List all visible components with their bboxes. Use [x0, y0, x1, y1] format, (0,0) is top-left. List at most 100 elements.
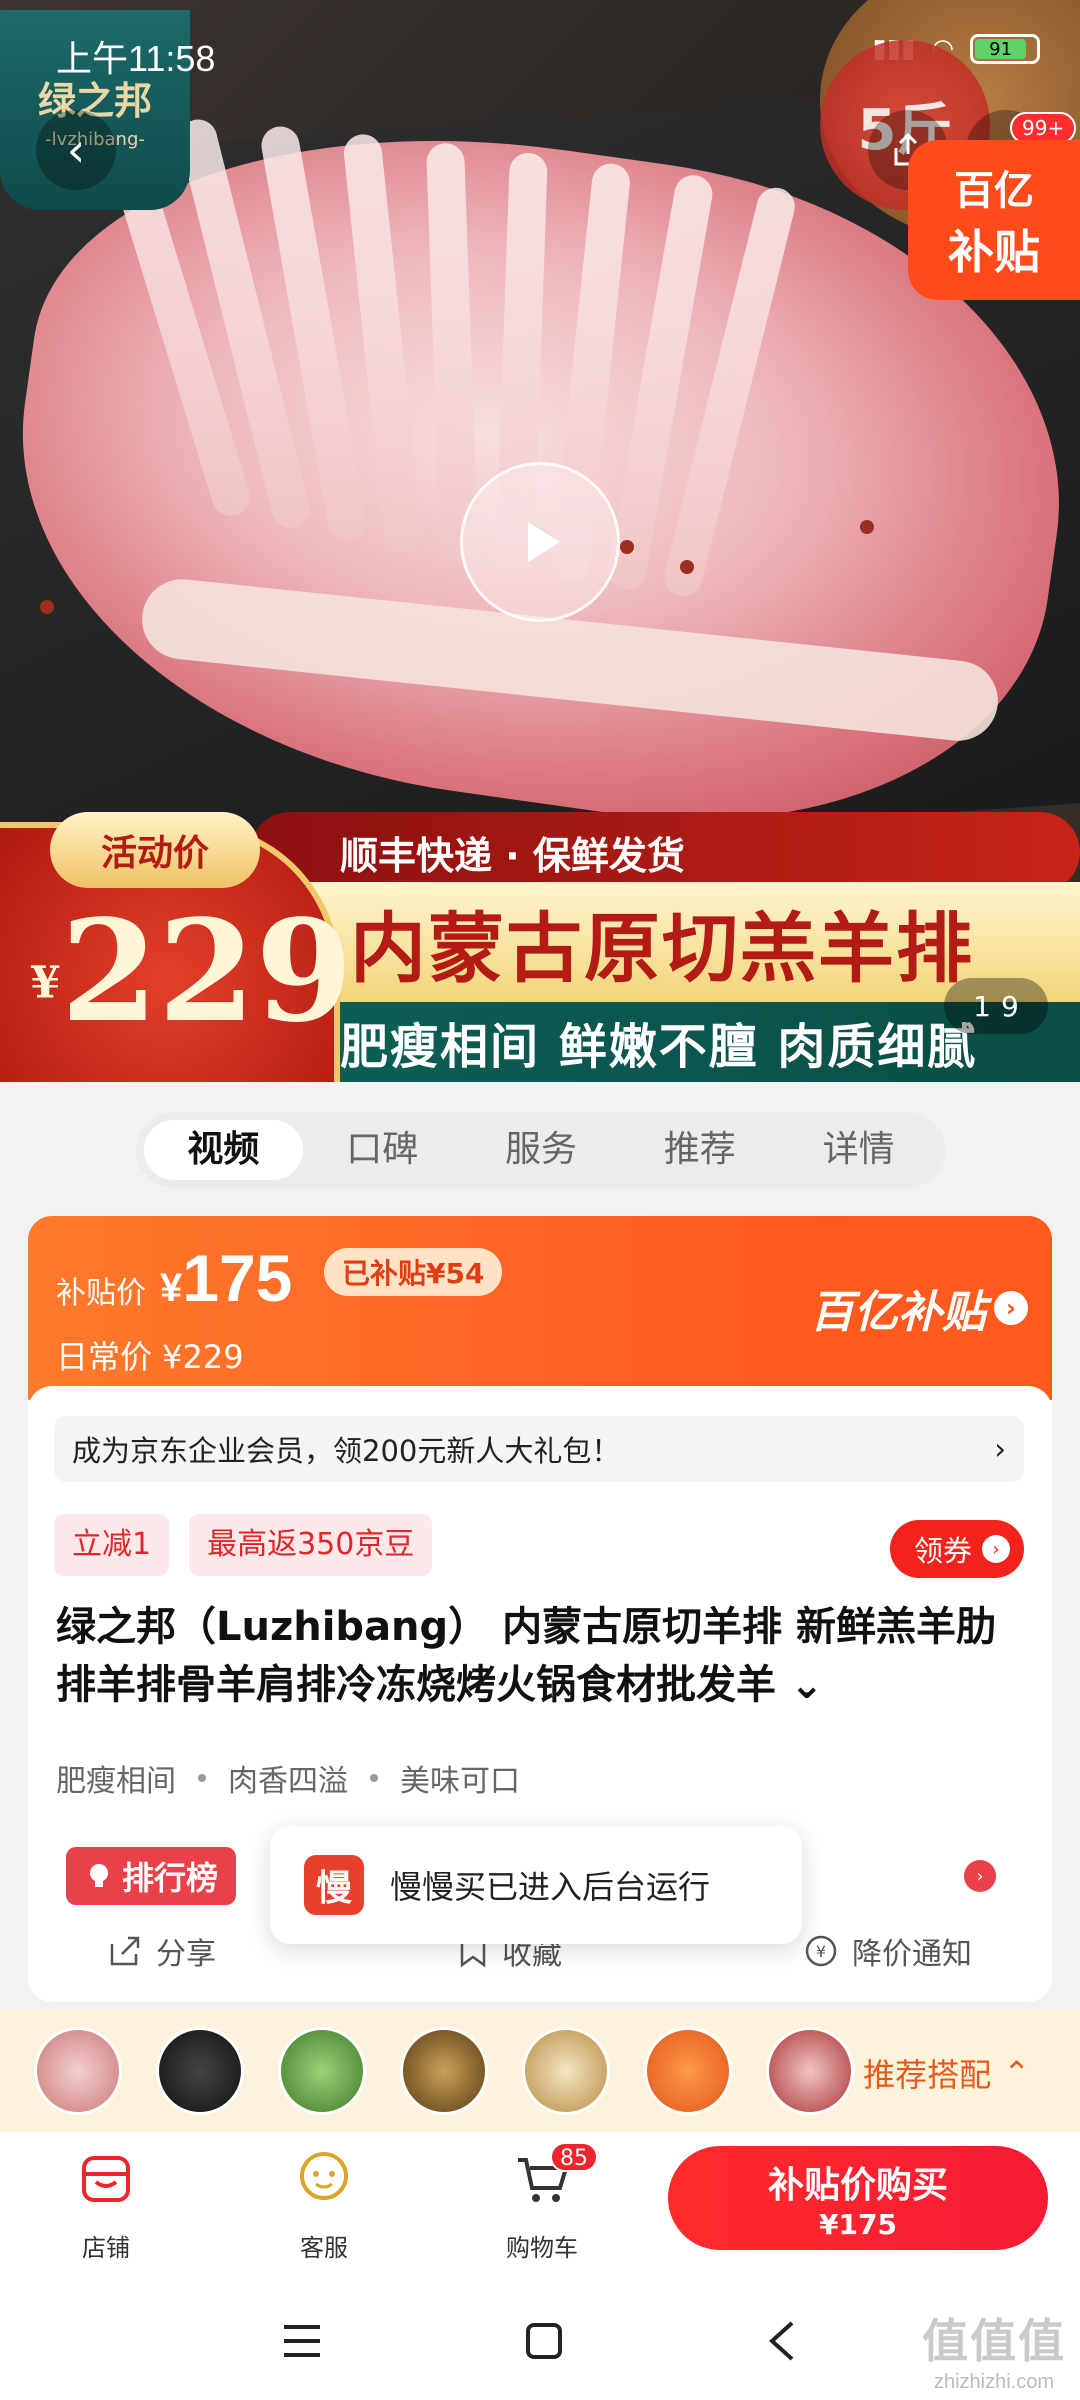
subsidy-price: ¥175: [160, 1240, 292, 1316]
home-icon[interactable]: [524, 2321, 564, 2361]
spice-dot: [680, 560, 694, 574]
feature-item: 美味可口: [400, 1764, 520, 1799]
recommend-thumb[interactable]: [278, 2027, 366, 2115]
play-icon: [528, 522, 560, 562]
recommend-toggle[interactable]: 推荐搭配 ⌃: [863, 2050, 1030, 2096]
ranking-badge: 排行榜: [66, 1847, 237, 1905]
customer-service-icon: [300, 2152, 348, 2200]
yi-badge-line1: 百亿: [954, 168, 1034, 214]
chevron-right-icon: ›: [994, 1432, 1006, 1466]
saved-amount-tag: 已补贴¥54: [324, 1248, 503, 1296]
cart-button[interactable]: 85 购物车: [472, 2142, 612, 2263]
promo-price-label: 活动价: [50, 812, 260, 888]
service-label: 客服: [300, 2234, 348, 2262]
recommend-strip[interactable]: 推荐搭配 ⌃: [0, 2010, 1080, 2132]
tab-recommend[interactable]: 推荐: [620, 1120, 779, 1180]
buy-label: 补贴价购买: [767, 2165, 948, 2206]
watermark-url: zhizhizhi.com: [933, 2371, 1055, 2393]
feature-list: 肥瘦相间 肉香四溢 美味可口: [56, 1756, 520, 1800]
yi-badge-line2: 补贴: [948, 225, 1040, 279]
bullet-dot: [370, 1774, 378, 1782]
chevron-right-icon: ›: [994, 1291, 1028, 1325]
subsidy-currency: ¥: [160, 1266, 183, 1310]
bottom-action-bar: 店铺 客服 85 购物车 补贴价购买 ¥175: [0, 2132, 1080, 2282]
recommend-thumb[interactable]: [400, 2027, 488, 2115]
menu-icon[interactable]: [280, 2321, 324, 2361]
customer-service-button[interactable]: 客服: [254, 2148, 394, 2263]
feature-item: 肉香四溢: [228, 1764, 348, 1799]
promo-price: ¥229: [30, 902, 353, 1042]
background-toast: 慢 慢慢买已进入后台运行: [270, 1826, 802, 1944]
back-button[interactable]: ‹: [36, 110, 116, 190]
price-alert-icon: ¥: [805, 1935, 837, 1967]
chevron-down-icon: ⌄: [789, 1662, 824, 1708]
manmanmai-app-icon: 慢: [304, 1855, 364, 1915]
subsidy-label: 补贴价: [56, 1276, 146, 1311]
daily-price: 日常价 ¥229: [56, 1338, 244, 1376]
billion-subsidy-link[interactable]: 百亿补贴 ›: [810, 1276, 1028, 1340]
cart-count-badge: 85: [550, 2142, 598, 2172]
get-coupon-button[interactable]: 领券 ›: [889, 1520, 1024, 1578]
watermark: 值值值 zhizhizhi.com: [922, 2305, 1066, 2394]
share-action[interactable]: 分享: [108, 1929, 216, 1973]
chevron-up-icon: ⌃: [1003, 2054, 1030, 2092]
page-current: 1: [973, 989, 991, 1023]
tab-details[interactable]: 详情: [779, 1120, 938, 1180]
recommend-thumb[interactable]: [34, 2027, 122, 2115]
image-page-indicator: 1 9: [944, 978, 1048, 1034]
tab-reviews[interactable]: 口碑: [303, 1120, 462, 1180]
subsidy-price-header[interactable]: 补贴价 ¥175 已补贴¥54 日常价 ¥229 百亿补贴 ›: [28, 1216, 1052, 1400]
toast-text: 慢慢买已进入后台运行: [390, 1868, 711, 1906]
buy-price: ¥175: [819, 2208, 897, 2241]
promo-banner: 顺丰快递 · 保鲜发货 内蒙古原切羔羊排 肥瘦相间 鲜嫩不膻 肉质细腻 活动价 …: [0, 812, 1080, 1082]
price-alert-label: 降价通知: [852, 1937, 972, 1972]
enterprise-member-bar[interactable]: 成为京东企业会员，领200元新人大礼包！ ›: [54, 1416, 1024, 1482]
recommend-label: 推荐搭配: [863, 2056, 992, 2094]
subsidy-price-value: 175: [182, 1241, 293, 1315]
ranking-label: 排行榜: [122, 1859, 219, 1897]
shop-button[interactable]: 店铺: [36, 2148, 176, 2263]
promo-tags: 立减1 最高返350京豆: [54, 1514, 433, 1576]
tab-video[interactable]: 视频: [144, 1120, 303, 1180]
spice-dot: [620, 540, 634, 554]
share-icon: [110, 1936, 140, 1966]
spice-dot: [40, 600, 54, 614]
jingdou-tag: 最高返350京豆: [189, 1514, 433, 1576]
recommend-thumb[interactable]: [644, 2027, 732, 2115]
chevron-right-icon: ›: [982, 1535, 1010, 1563]
billion-subsidy-badge: 百亿 补贴: [908, 140, 1080, 300]
member-bar-text: 成为京东企业会员，领200元新人大礼包！: [72, 1434, 621, 1468]
chevron-left-icon: ‹: [66, 123, 86, 177]
watermark-logo: 值值值: [922, 2315, 1066, 2367]
shop-label: 店铺: [82, 2234, 130, 2262]
status-time: 上午11:58: [56, 38, 216, 79]
yi-logo-text: 百亿补贴: [810, 1287, 986, 1338]
product-hero-image[interactable]: 绿之邦 -lvzhibang- 上午11:58 ▮▮▮ ◠ 91 5斤 ‹ ••…: [0, 0, 1080, 1082]
page-total: 9: [1001, 989, 1019, 1023]
svg-text:¥: ¥: [816, 1942, 826, 1961]
price-alert-action[interactable]: ¥ 降价通知: [804, 1929, 972, 1973]
feature-item: 肥瘦相间: [56, 1764, 176, 1799]
shop-icon: [82, 2156, 130, 2202]
product-title-text: 绿之邦（Luzhibang） 内蒙古原切羊排 新鲜羔羊肋排羊排骨羊肩排冷冻烧烤火…: [56, 1604, 997, 1708]
promo-currency: ¥: [30, 957, 61, 1009]
video-play-button[interactable]: [460, 462, 620, 622]
bullet-dot: [198, 1774, 206, 1782]
spice-dot: [860, 520, 874, 534]
tab-service[interactable]: 服务: [462, 1120, 621, 1180]
battery-level: 91: [975, 39, 1027, 60]
discount-tag: 立减1: [54, 1514, 170, 1576]
product-title[interactable]: 绿之邦（Luzhibang） 内蒙古原切羊排 新鲜羔羊肋排羊排骨羊肩排冷冻烧烤火…: [56, 1598, 1026, 1714]
trophy-icon: [90, 1864, 108, 1887]
coupon-label: 领券: [913, 1534, 972, 1568]
recommend-thumb[interactable]: [766, 2027, 854, 2115]
battery-icon: 91: [970, 34, 1040, 64]
share-label: 分享: [156, 1937, 216, 1972]
recommend-thumb[interactable]: [522, 2027, 610, 2115]
back-nav-icon[interactable]: [764, 2319, 800, 2363]
cart-label: 购物车: [506, 2234, 578, 2262]
recommend-thumb[interactable]: [156, 2027, 244, 2115]
subsidy-buy-button[interactable]: 补贴价购买 ¥175: [668, 2146, 1048, 2250]
promo-price-value: 229: [60, 890, 353, 1054]
chevron-right-icon: ›: [964, 1860, 996, 1892]
